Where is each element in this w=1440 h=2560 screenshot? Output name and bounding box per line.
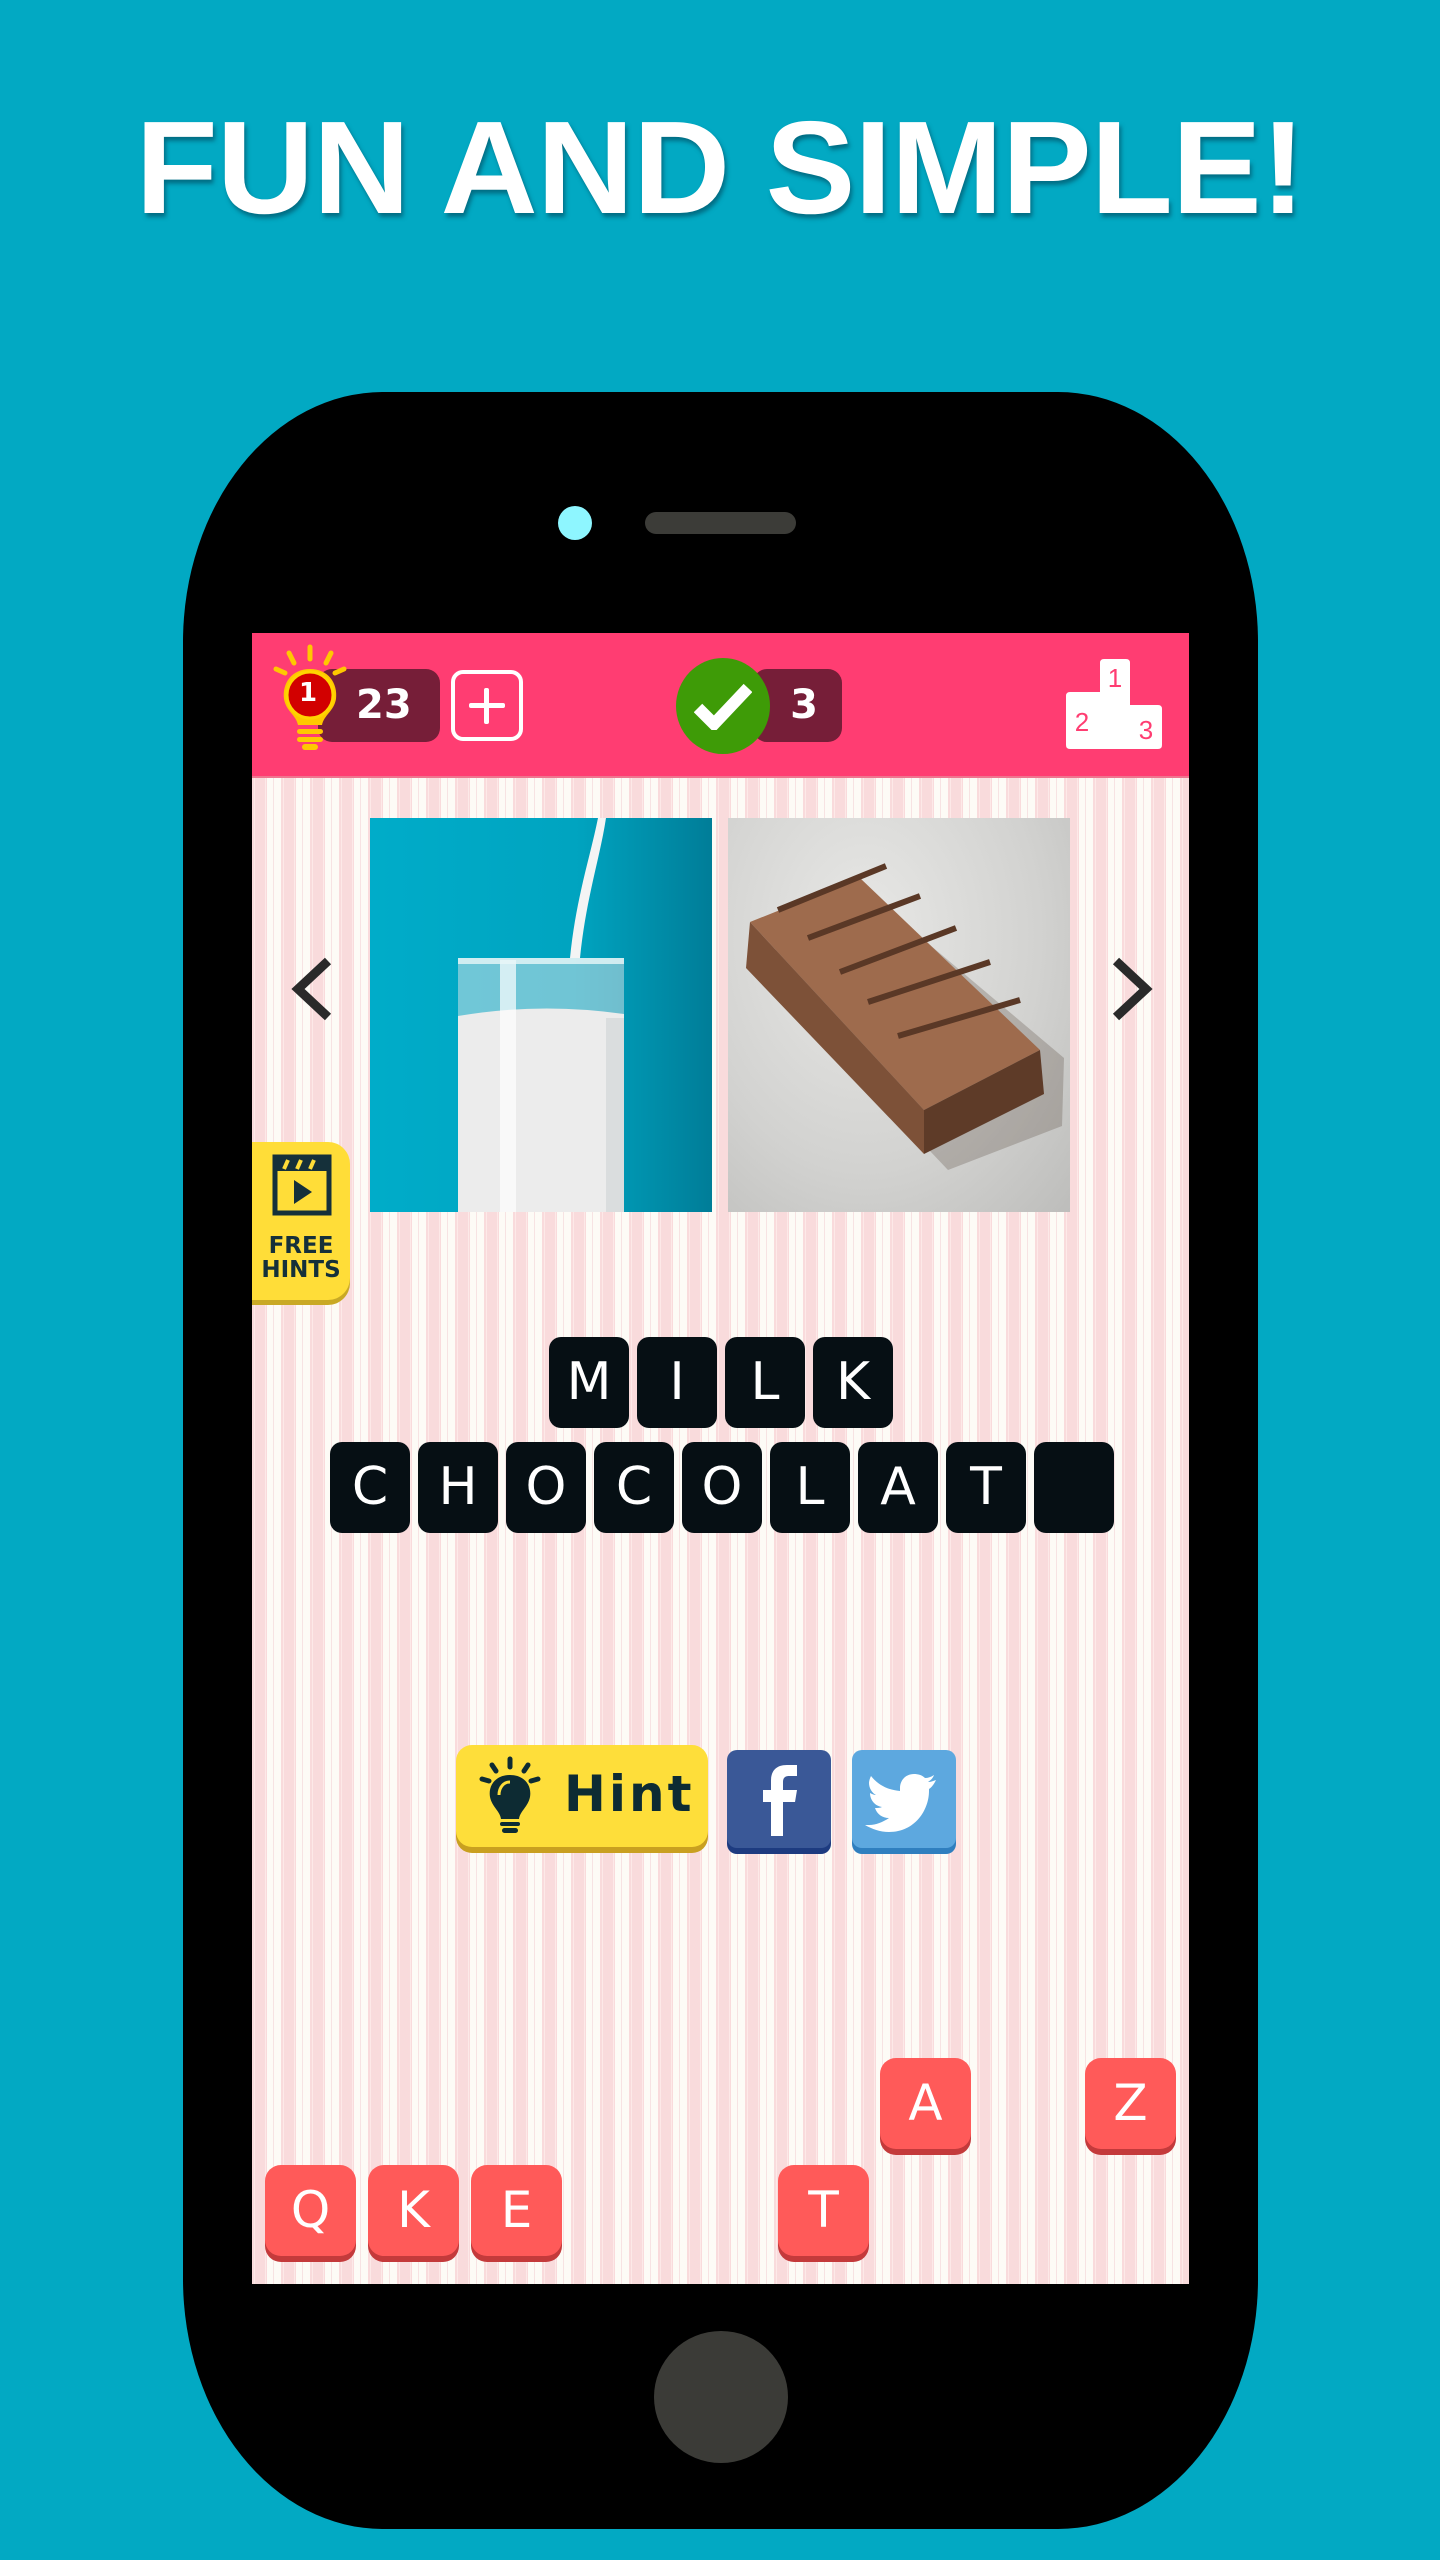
- answer-tile[interactable]: L: [770, 1442, 850, 1533]
- answer-word-2: C H O C O L A T: [330, 1442, 1114, 1533]
- letter-key[interactable]: Q: [265, 2165, 356, 2256]
- solved-count: 3: [790, 682, 818, 728]
- checkmark-icon: [676, 658, 770, 754]
- answer-tile[interactable]: C: [594, 1442, 674, 1533]
- answer-word-1: M I L K: [549, 1337, 893, 1428]
- answer-tile[interactable]: O: [506, 1442, 586, 1533]
- letter-key[interactable]: Z: [1085, 2058, 1176, 2149]
- puzzle-image-chocolate: [728, 818, 1070, 1212]
- facebook-share-button[interactable]: [727, 1750, 831, 1848]
- free-hints-line2: HINTS: [261, 1257, 341, 1283]
- lightbulb-icon: [479, 1756, 541, 1833]
- twitter-share-button[interactable]: [852, 1750, 956, 1848]
- podium-rank-1: 1: [1108, 663, 1122, 693]
- phone-camera: [558, 506, 592, 540]
- chevron-right-icon[interactable]: [1110, 955, 1154, 1023]
- hints-count: 23: [356, 682, 412, 728]
- free-hints-button[interactable]: FREE HINTS: [252, 1142, 350, 1300]
- twitter-icon: [865, 1774, 936, 1832]
- answer-tile[interactable]: L: [725, 1337, 805, 1428]
- game-screen: 23 1 3 1 2 3 FREE HINTS M I L K C H O C …: [252, 633, 1189, 2284]
- answer-tile[interactable]: I: [637, 1337, 717, 1428]
- hint-label: Hint: [564, 1765, 695, 1823]
- podium-rank-3: 3: [1139, 715, 1153, 745]
- chevron-left-icon[interactable]: [290, 955, 334, 1023]
- answer-tile[interactable]: O: [682, 1442, 762, 1533]
- answer-tile[interactable]: K: [813, 1337, 893, 1428]
- add-hints-button[interactable]: [451, 670, 523, 741]
- video-clapper-icon: [272, 1154, 332, 1216]
- free-hints-line1: FREE: [268, 1233, 334, 1259]
- hint-button[interactable]: Hint: [456, 1745, 708, 1847]
- leaderboard-podium-icon[interactable]: 1 2 3: [1066, 659, 1162, 749]
- answer-tile[interactable]: M: [549, 1337, 629, 1428]
- facebook-icon: [763, 1765, 797, 1836]
- phone-speaker: [645, 512, 796, 534]
- hint-level-badge: 1: [298, 678, 318, 708]
- puzzle-image-milk: [370, 818, 712, 1212]
- letter-key[interactable]: T: [778, 2165, 869, 2256]
- top-bar: 23 1 3 1 2 3: [252, 633, 1189, 778]
- answer-tile[interactable]: A: [858, 1442, 938, 1533]
- answer-tile-empty[interactable]: [1034, 1442, 1114, 1533]
- letter-key[interactable]: K: [368, 2165, 459, 2256]
- answer-tile[interactable]: H: [418, 1442, 498, 1533]
- promo-headline: FUN AND SIMPLE!: [135, 94, 1306, 241]
- podium-rank-2: 2: [1075, 707, 1089, 737]
- answer-tile[interactable]: C: [330, 1442, 410, 1533]
- answer-tile[interactable]: T: [946, 1442, 1026, 1533]
- letter-key[interactable]: E: [471, 2165, 562, 2256]
- phone-home-button: [654, 2331, 788, 2463]
- letter-key[interactable]: A: [880, 2058, 971, 2149]
